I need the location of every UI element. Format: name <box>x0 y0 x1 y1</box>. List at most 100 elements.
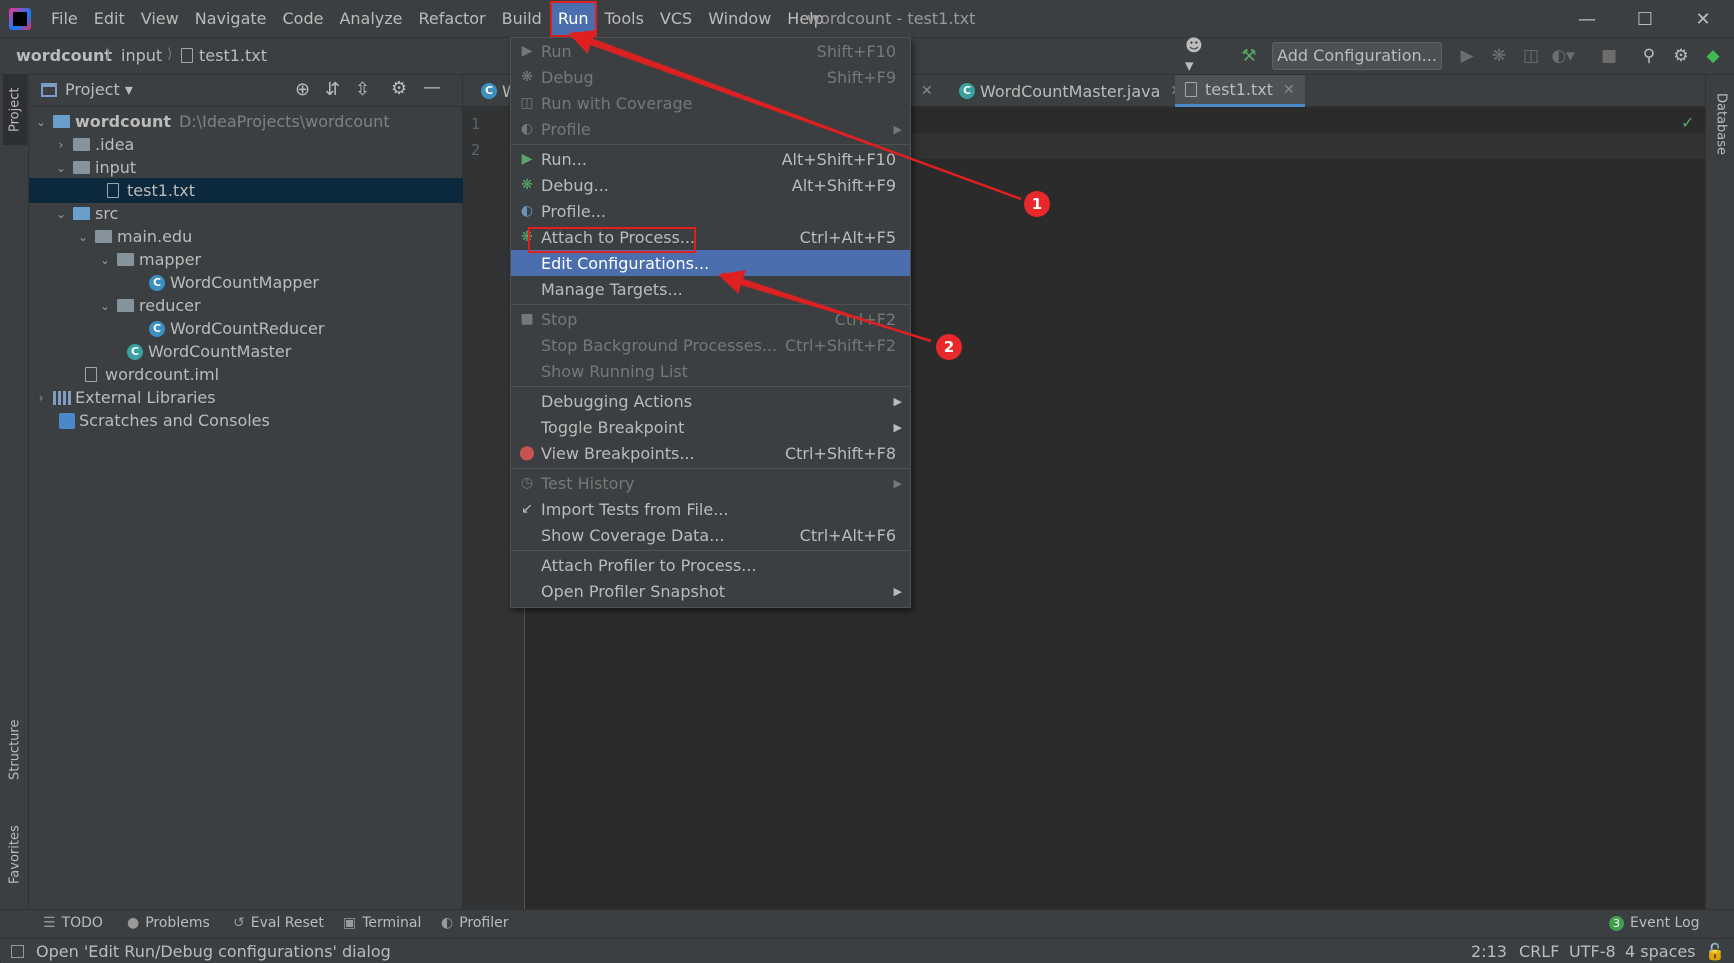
menu-item-debug-ellipsis[interactable]: ❋ Debug... Alt+Shift+F9 <box>511 172 910 198</box>
menu-item-debug[interactable]: ❋ Debug Shift+F9 <box>511 64 910 90</box>
menu-item-profile[interactable]: ◐ Profile ▶ <box>511 116 910 142</box>
menu-item-show-coverage-data[interactable]: Show Coverage Data... Ctrl+Alt+F6 <box>511 522 910 548</box>
debug-icon[interactable]: ❋ <box>1487 44 1511 68</box>
menu-item-import-tests[interactable]: ↙ Import Tests from File... <box>511 496 910 522</box>
expand-all-icon[interactable]: ⇵ <box>325 79 340 100</box>
event-log-button[interactable]: 3 Event Log <box>1609 915 1700 931</box>
caret-position[interactable]: 2:13 <box>1471 942 1507 961</box>
tree-item-wordcountmaster[interactable]: C WordCountMaster <box>29 339 463 364</box>
tab-close-icon[interactable]: ✕ <box>1283 82 1295 98</box>
tree-item-mapper[interactable]: ⌄ mapper <box>29 247 463 272</box>
tree-item-main-edu[interactable]: ⌄ main.edu <box>29 224 463 249</box>
tree-item-external-libraries[interactable]: › External Libraries <box>29 385 463 410</box>
breadcrumb-file[interactable]: test1.txt <box>199 46 267 65</box>
gear-icon[interactable]: ⚙ <box>1669 44 1693 68</box>
user-icon[interactable]: ☻▾ <box>1185 36 1209 76</box>
menu-item-attach-profiler[interactable]: Attach Profiler to Process... <box>511 552 910 578</box>
java-main-class-icon: C <box>959 83 975 99</box>
chevron-down-icon: ⌄ <box>99 252 111 267</box>
collapse-all-icon[interactable]: ⇳ <box>355 79 370 100</box>
add-configuration-button[interactable]: Add Configuration... <box>1272 42 1442 70</box>
tree-item-idea[interactable]: › .idea <box>29 132 463 157</box>
tree-item-test1-txt[interactable]: test1.txt <box>29 178 463 203</box>
line-separator[interactable]: CRLF <box>1519 942 1559 961</box>
tree-item-wordcount[interactable]: ⌄ wordcount D:\IdeaProjects\wordcount <box>29 109 463 134</box>
terminal-tool-button[interactable]: ▣ Terminal <box>343 915 421 931</box>
tree-item-input[interactable]: ⌄ input <box>29 155 463 180</box>
menu-item-open-profiler-snapshot[interactable]: Open Profiler Snapshot ▶ <box>511 578 910 604</box>
locate-file-icon[interactable]: ⊕ <box>295 79 310 100</box>
project-view-selector[interactable]: Project ▾ <box>65 80 133 99</box>
file-encoding[interactable]: UTF-8 <box>1569 942 1616 961</box>
build-hammer-icon[interactable]: ⚒ <box>1237 44 1261 68</box>
run-menu-dropdown: ▶ Run Shift+F10 ❋ Debug Shift+F9 ◫ Run w… <box>510 37 911 608</box>
tree-item-reducer[interactable]: ⌄ reducer <box>29 293 463 318</box>
run-icon: ▶ <box>521 151 533 167</box>
tree-item-wordcount-iml[interactable]: wordcount.iml <box>29 362 463 387</box>
module-folder-icon <box>53 115 70 128</box>
hide-panel-icon[interactable]: — <box>423 77 441 98</box>
editor-tab-wordcountmaster[interactable]: C WordCountMaster.java ✕ <box>949 75 1192 107</box>
menu-item-debugging-actions[interactable]: Debugging Actions ▶ <box>511 388 910 414</box>
menu-code[interactable]: Code <box>275 1 332 37</box>
package-icon <box>117 299 134 312</box>
breadcrumb-project[interactable]: wordcount <box>16 46 112 65</box>
eval-reset-tool-button[interactable]: ↺ Eval Reset <box>233 915 324 931</box>
maximize-icon[interactable]: ☐ <box>1617 1 1673 37</box>
stop-icon[interactable]: ■ <box>1597 44 1621 68</box>
problems-tool-button[interactable]: ● Problems <box>127 915 210 931</box>
menu-tools[interactable]: Tools <box>597 1 652 37</box>
menu-window[interactable]: Window <box>700 1 779 37</box>
tree-item-src[interactable]: ⌄ src <box>29 201 463 226</box>
menu-build[interactable]: Build <box>494 1 550 37</box>
chevron-down-icon: ⌄ <box>55 160 67 175</box>
search-icon[interactable]: ⚲ <box>1637 44 1661 68</box>
terminal-icon: ▣ <box>343 915 357 931</box>
breadcrumb-folder[interactable]: input <box>121 46 162 65</box>
menu-item-profile-ellipsis[interactable]: ◐ Profile... <box>511 198 910 224</box>
menu-file[interactable]: File <box>43 1 86 37</box>
menu-item-show-running-list[interactable]: Show Running List <box>511 358 910 384</box>
toggle-tool-windows-icon[interactable] <box>11 945 24 958</box>
menu-item-run-ellipsis[interactable]: ▶ Run... Alt+Shift+F10 <box>511 146 910 172</box>
menu-item-test-history[interactable]: ◷ Test History ▶ <box>511 470 910 496</box>
menu-item-view-breakpoints[interactable]: ⬤ View Breakpoints... Ctrl+Shift+F8 <box>511 440 910 466</box>
menu-edit[interactable]: Edit <box>86 1 133 37</box>
profiler-tool-button[interactable]: ◐ Profiler <box>441 915 509 931</box>
menu-analyze[interactable]: Analyze <box>331 1 410 37</box>
jetbrains-toolbox-icon[interactable]: ◆ <box>1701 44 1725 68</box>
minimize-icon[interactable]: — <box>1559 1 1615 37</box>
run-icon[interactable]: ▶ <box>1455 44 1479 68</box>
editor-tab-test1-txt[interactable]: test1.txt ✕ <box>1175 75 1305 107</box>
tree-item-scratches[interactable]: Scratches and Consoles <box>29 408 463 433</box>
menu-vcs[interactable]: VCS <box>652 1 700 37</box>
lock-icon[interactable]: 🔓 <box>1705 942 1725 961</box>
tree-item-wordcountmapper[interactable]: C WordCountMapper <box>29 270 463 295</box>
tab-close-icon[interactable]: ✕ <box>915 75 939 107</box>
database-tool-tab[interactable]: Database <box>1709 81 1733 167</box>
menu-item-stop[interactable]: ■ Stop Ctrl+F2 <box>511 306 910 332</box>
menu-view[interactable]: View <box>133 1 187 37</box>
menu-item-run-with-coverage[interactable]: ◫ Run with Coverage <box>511 90 910 116</box>
menu-refactor[interactable]: Refactor <box>411 1 494 37</box>
gear-icon[interactable]: ⚙ <box>391 78 407 99</box>
indent-setting[interactable]: 4 spaces <box>1625 942 1696 961</box>
tree-item-wordcountreducer[interactable]: C WordCountReducer <box>29 316 463 341</box>
todo-tool-button[interactable]: ☰ TODO <box>43 915 103 931</box>
menu-navigate[interactable]: Navigate <box>187 1 275 37</box>
menu-item-manage-targets[interactable]: Manage Targets... <box>511 276 910 302</box>
coverage-icon[interactable]: ◫ <box>1519 44 1543 68</box>
profile-icon[interactable]: ◐▾ <box>1551 44 1575 68</box>
structure-tool-tab[interactable]: Structure <box>3 705 27 795</box>
package-icon <box>117 253 134 266</box>
favorites-tool-tab[interactable]: Favorites <box>3 810 27 900</box>
close-icon[interactable]: ✕ <box>1675 1 1731 37</box>
menu-run[interactable]: Run <box>549 1 597 37</box>
menu-separator <box>511 386 910 387</box>
menu-item-stop-background[interactable]: Stop Background Processes... Ctrl+Shift+… <box>511 332 910 358</box>
menu-separator <box>511 550 910 551</box>
project-tool-tab[interactable]: Project <box>3 75 27 145</box>
menu-item-edit-configurations[interactable]: Edit Configurations... <box>511 250 910 276</box>
menu-item-toggle-breakpoint[interactable]: Toggle Breakpoint ▶ <box>511 414 910 440</box>
menu-item-run[interactable]: ▶ Run Shift+F10 <box>511 38 910 64</box>
